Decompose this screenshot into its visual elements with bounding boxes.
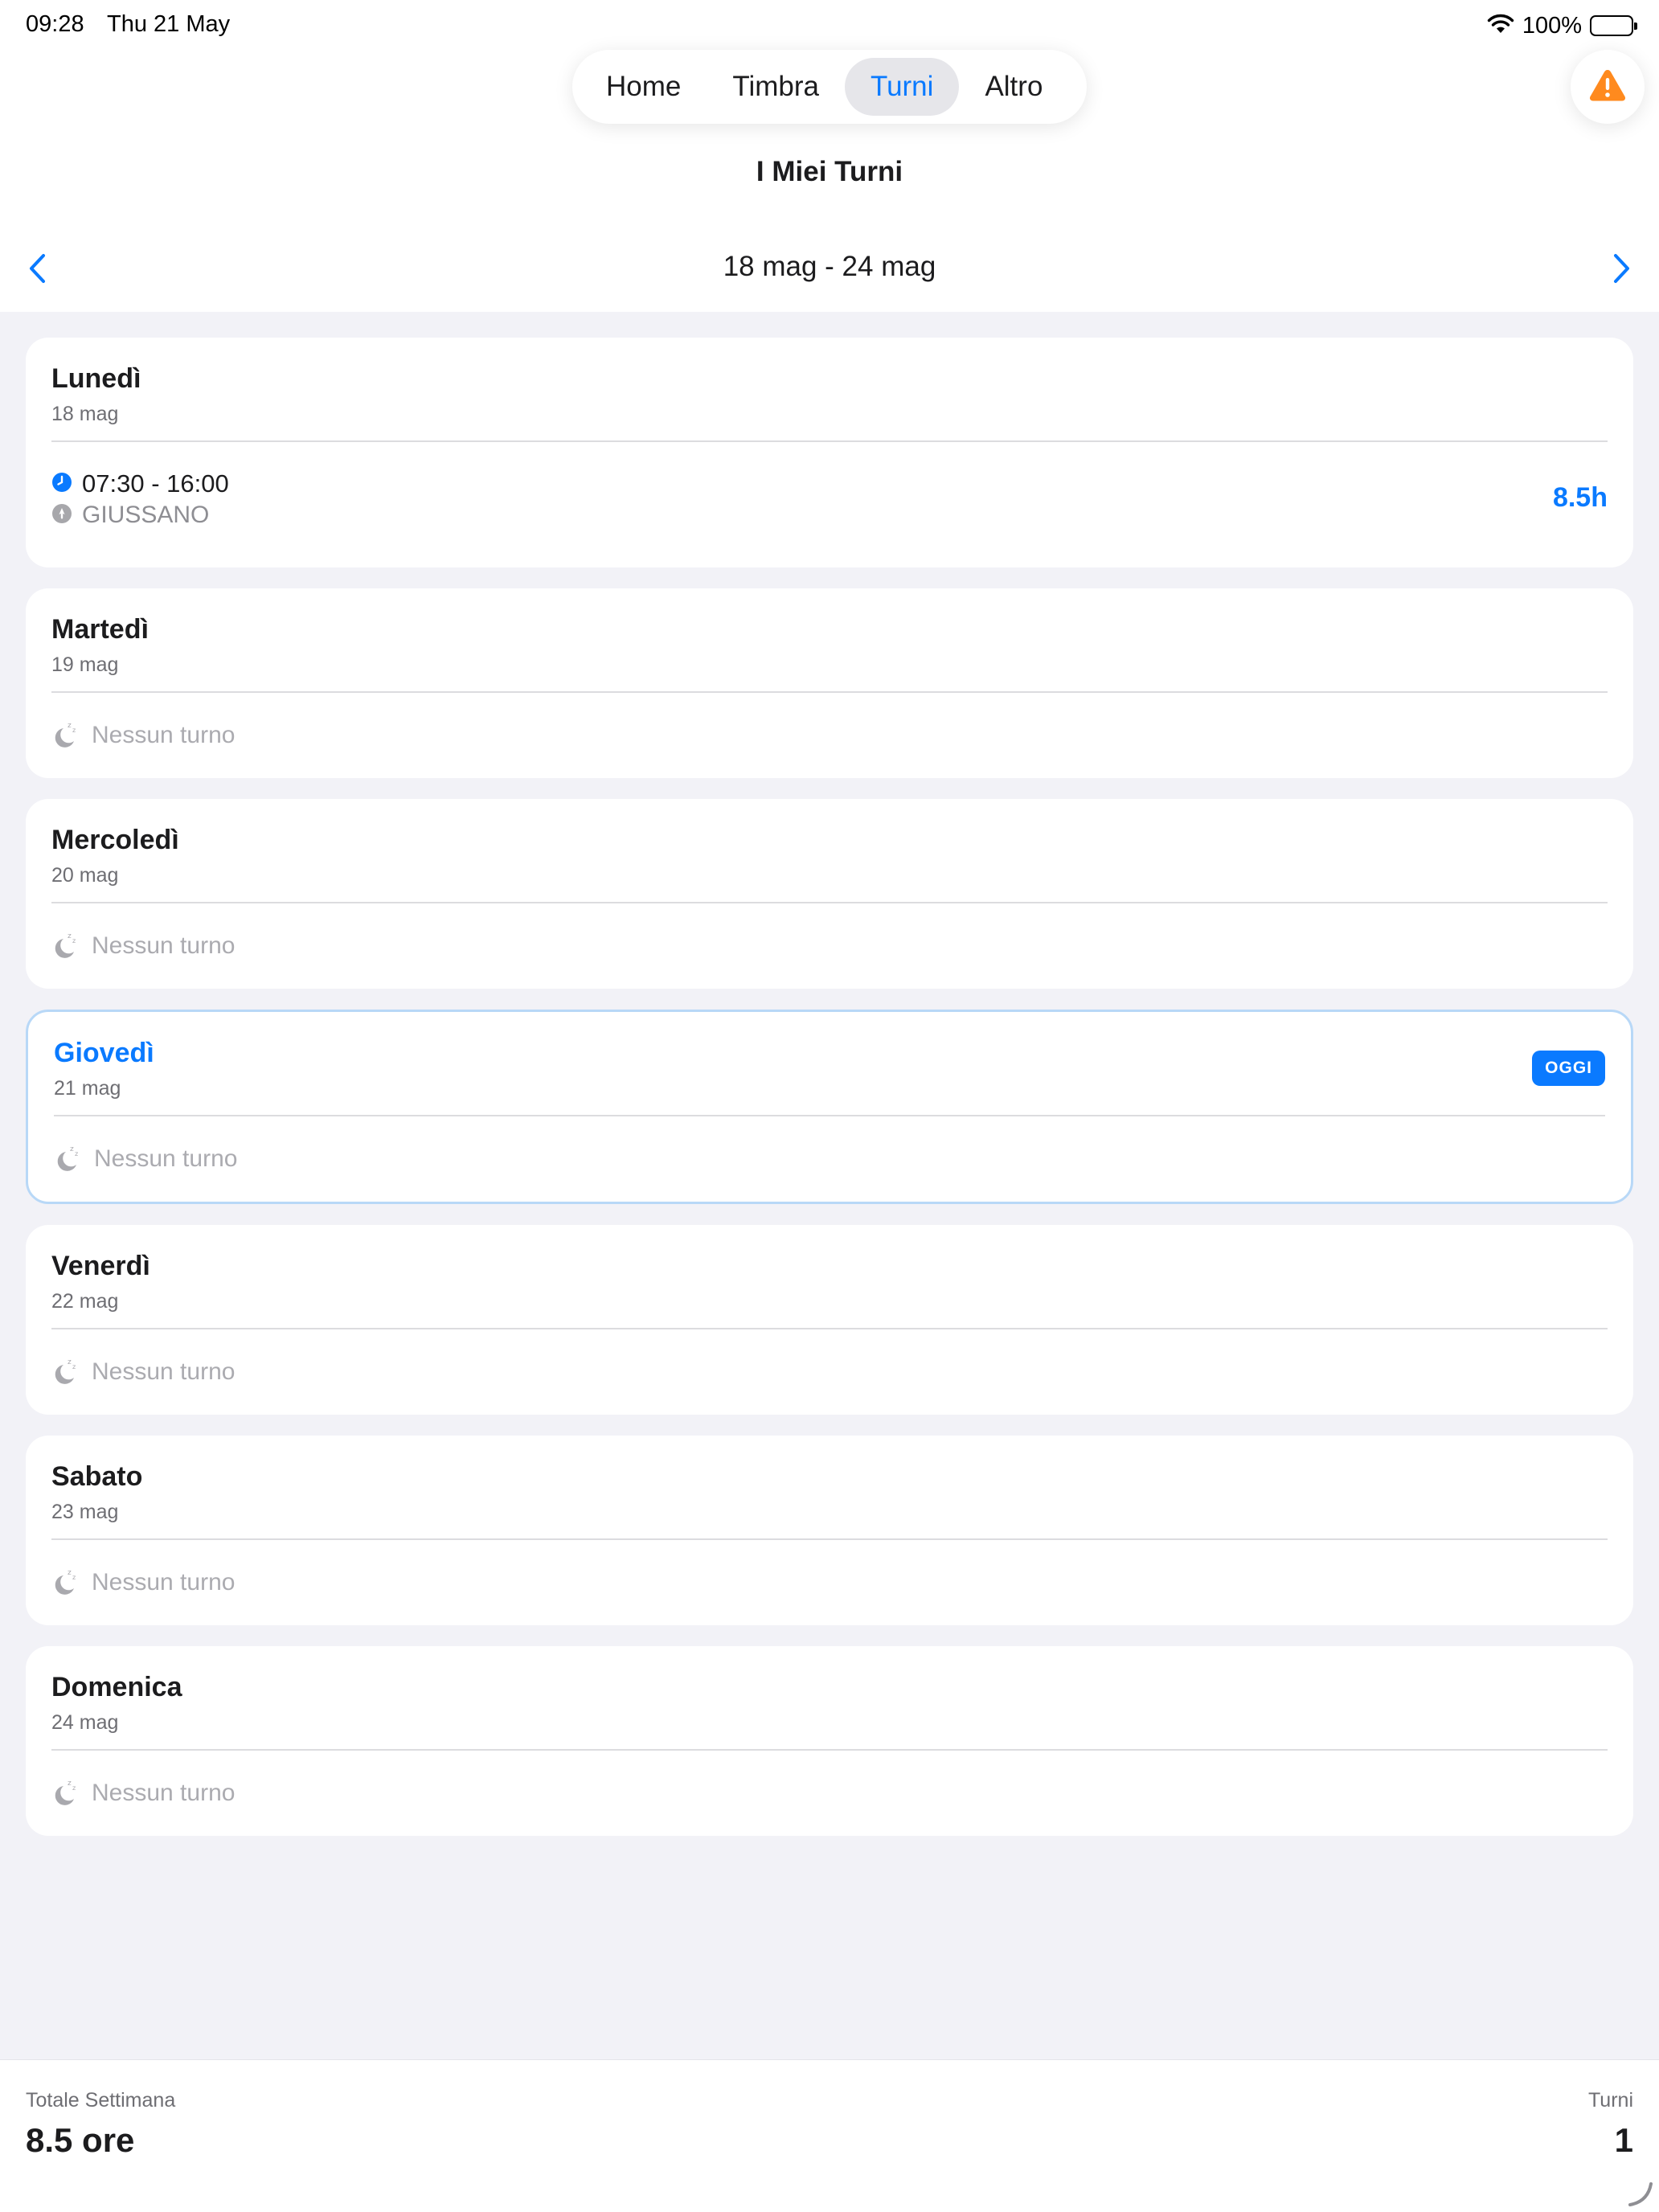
svg-text:z: z — [72, 1574, 76, 1581]
sleep-moon-icon: zz — [51, 931, 79, 961]
header-area: 09:28 Thu 21 May 100% Home Timbra Turni … — [0, 0, 1659, 312]
shift-count-label: Turni — [1587, 2089, 1633, 2112]
shift-location-line: GIUSSANO — [51, 502, 209, 529]
page-title: I Miei Turni — [756, 156, 903, 187]
total-week-value: 8.5 ore — [26, 2121, 135, 2159]
wifi-icon — [1487, 14, 1514, 39]
day-date: 18 mag — [51, 403, 119, 425]
day-name: Lunedì — [51, 363, 141, 394]
day-card-saturday[interactable]: Sabato 23 mag zz Nessun turno — [26, 1436, 1633, 1625]
day-name: Mercoledì — [51, 825, 179, 855]
no-shift-text: Nessun turno — [92, 1358, 236, 1385]
resize-handle-icon[interactable] — [1627, 2181, 1654, 2208]
sleep-moon-icon: zz — [51, 1778, 79, 1809]
day-name: Martedì — [51, 614, 149, 645]
tab-turni[interactable]: Turni — [844, 58, 960, 116]
no-shift-row: zz Nessun turno — [51, 693, 1608, 778]
today-badge: OGGI — [1532, 1051, 1605, 1086]
day-name: Giovedì — [54, 1038, 154, 1068]
day-card-thursday[interactable]: Giovedì 21 mag OGGI zz Nessun turno — [26, 1010, 1633, 1204]
no-shift-text: Nessun turno — [92, 1780, 236, 1806]
day-date: 19 mag — [51, 653, 119, 676]
shift-time-line: 07:30 - 16:00 — [51, 469, 229, 498]
day-date: 20 mag — [51, 864, 119, 887]
battery-icon — [1590, 15, 1637, 36]
svg-text:z: z — [68, 1569, 72, 1577]
next-week-button[interactable] — [1601, 249, 1643, 291]
no-shift-text: Nessun turno — [92, 932, 236, 959]
day-date: 24 mag — [51, 1711, 119, 1734]
svg-text:z: z — [72, 1363, 76, 1370]
week-range-label: 18 mag - 24 mag — [723, 251, 936, 282]
shift-hours: 8.5h — [1552, 482, 1608, 513]
main-tab-bar: Home Timbra Turni Altro — [572, 50, 1087, 124]
no-shift-row: zz Nessun turno — [51, 1751, 1608, 1836]
week-summary-bar: Totale Settimana 8.5 ore Turni 1 — [0, 2059, 1659, 2212]
shift-count-value: 1 — [1614, 2121, 1633, 2159]
svg-text:z: z — [72, 1784, 76, 1792]
chevron-right-icon — [1612, 252, 1632, 289]
day-date: 22 mag — [51, 1290, 119, 1313]
no-shift-text: Nessun turno — [92, 1569, 236, 1596]
shift-row[interactable]: 07:30 - 16:00 GIUSSANO 8.5h — [51, 442, 1608, 567]
status-indicators: 100% — [1487, 11, 1637, 40]
day-date: 21 mag — [54, 1077, 121, 1100]
status-date: Thu 21 May — [107, 11, 231, 37]
svg-text:z: z — [68, 722, 72, 730]
location-icon — [51, 503, 72, 528]
status-bar: 09:28 Thu 21 May 100% — [0, 0, 1659, 51]
alert-button[interactable] — [1571, 50, 1645, 124]
no-shift-text: Nessun turno — [92, 722, 236, 748]
svg-text:z: z — [72, 727, 76, 734]
no-shift-row: zz Nessun turno — [51, 1329, 1608, 1415]
sleep-moon-icon: zz — [54, 1144, 81, 1174]
day-card-tuesday[interactable]: Martedì 19 mag zz Nessun turno — [26, 588, 1633, 778]
svg-text:z: z — [68, 1358, 72, 1366]
day-date: 23 mag — [51, 1501, 119, 1523]
clock-icon — [51, 472, 72, 497]
shift-time: 07:30 - 16:00 — [82, 469, 229, 498]
day-card-friday[interactable]: Venerdì 22 mag zz Nessun turno — [26, 1225, 1633, 1415]
svg-text:z: z — [70, 1145, 74, 1153]
no-shift-row: zz Nessun turno — [51, 1540, 1608, 1625]
tab-timbra[interactable]: Timbra — [707, 58, 845, 116]
warning-icon — [1588, 68, 1627, 107]
day-name: Domenica — [51, 1672, 182, 1702]
shift-location: GIUSSANO — [82, 502, 210, 528]
sleep-moon-icon: zz — [51, 720, 79, 751]
total-week-label: Totale Settimana — [26, 2089, 176, 2112]
status-time: 09:28 — [26, 11, 84, 37]
day-card-wednesday[interactable]: Mercoledì 20 mag zz Nessun turno — [26, 799, 1633, 989]
sleep-moon-icon: zz — [51, 1567, 79, 1598]
svg-text:z: z — [68, 1780, 72, 1788]
svg-text:z: z — [75, 1150, 78, 1157]
no-shift-row: zz Nessun turno — [51, 903, 1608, 989]
tab-altro[interactable]: Altro — [959, 58, 1068, 116]
day-name: Sabato — [51, 1461, 143, 1492]
svg-text:z: z — [72, 937, 76, 944]
tab-home[interactable]: Home — [580, 58, 707, 116]
no-shift-row: zz Nessun turno — [54, 1116, 1605, 1202]
sleep-moon-icon: zz — [51, 1357, 79, 1387]
day-card-monday[interactable]: Lunedì 18 mag 07:30 - 16:00 GIUSSANO 8.5… — [26, 338, 1633, 567]
day-name: Venerdì — [51, 1251, 150, 1281]
battery-percent: 100% — [1522, 12, 1582, 39]
day-list: Lunedì 18 mag 07:30 - 16:00 GIUSSANO 8.5… — [26, 338, 1633, 1857]
day-card-sunday[interactable]: Domenica 24 mag zz Nessun turno — [26, 1646, 1633, 1836]
svg-text:z: z — [68, 932, 72, 940]
no-shift-text: Nessun turno — [94, 1145, 238, 1172]
